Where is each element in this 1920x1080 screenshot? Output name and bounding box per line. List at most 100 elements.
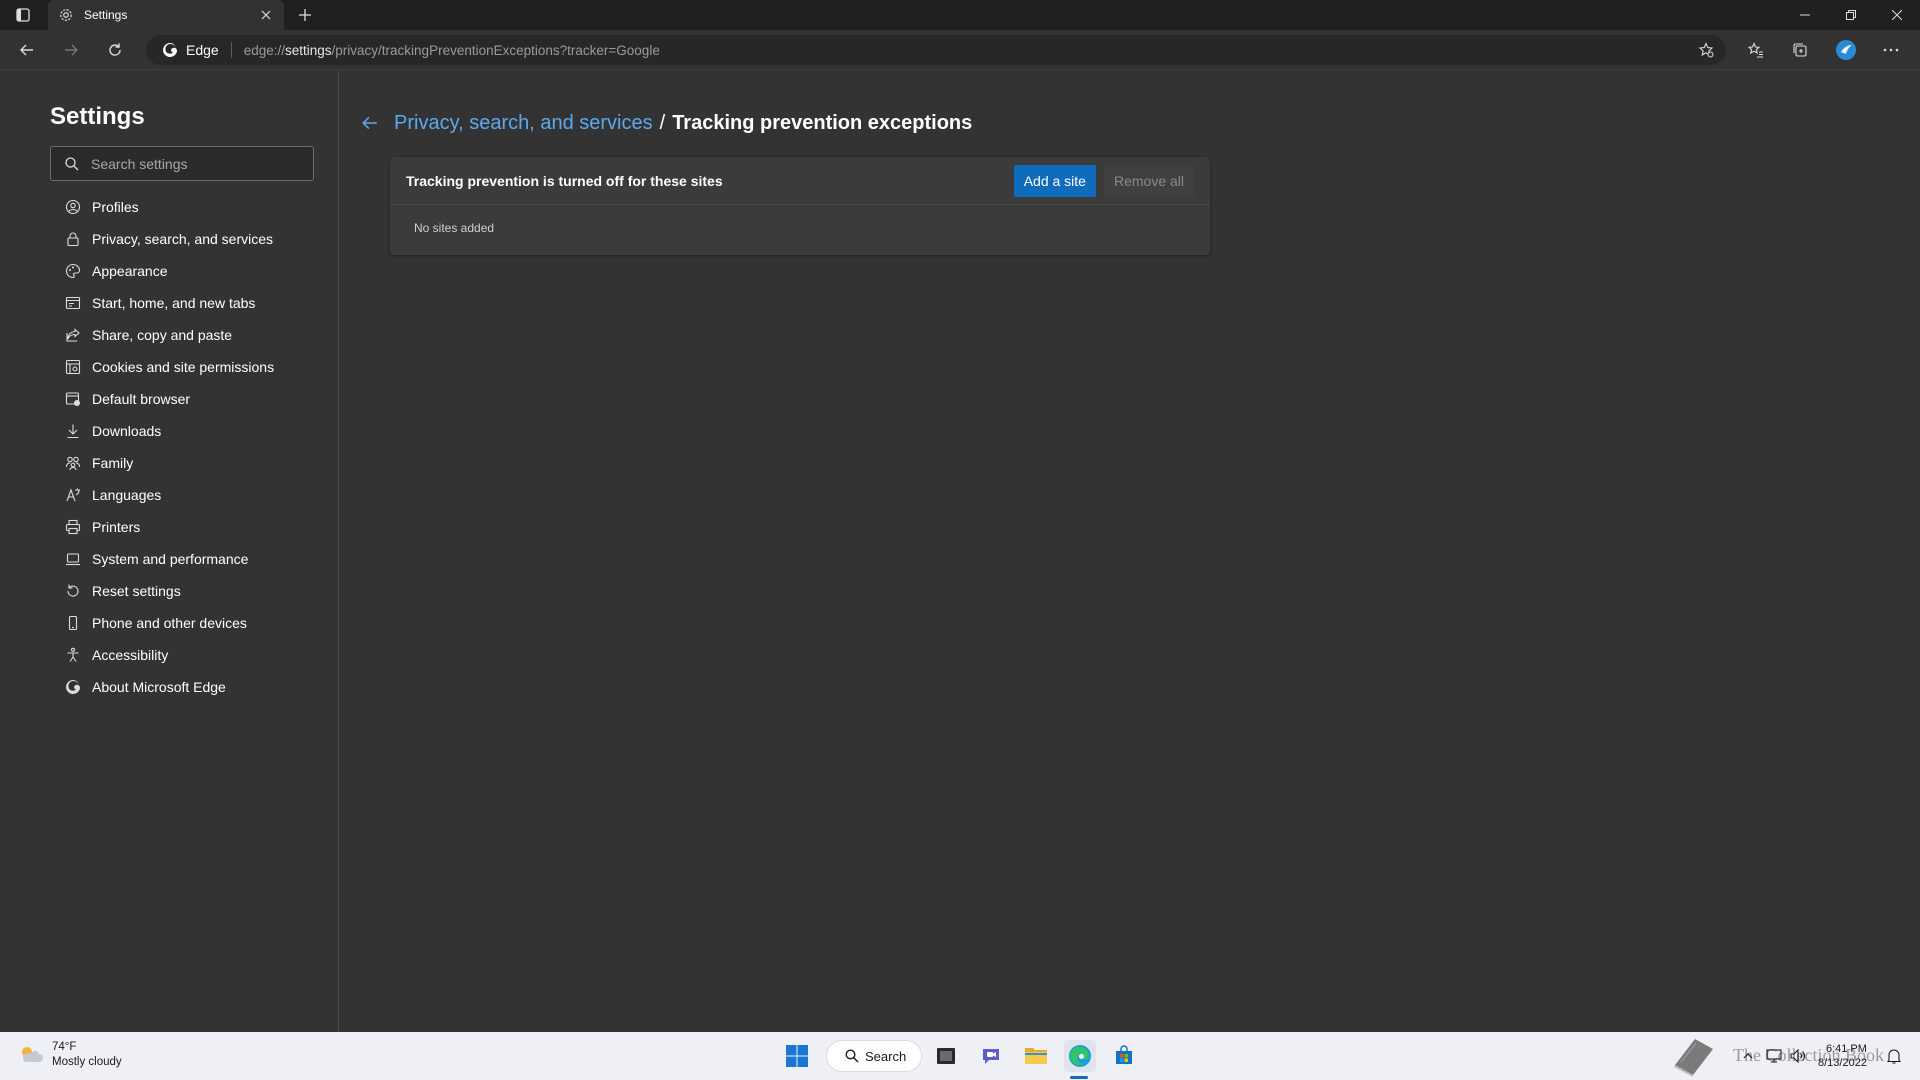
tab-title: Settings — [84, 8, 128, 22]
card-header: Tracking prevention is turned off for th… — [390, 157, 1210, 205]
sidebar-item-accessibility[interactable]: Accessibility — [50, 639, 330, 671]
sidebar-item-system[interactable]: System and performance — [50, 543, 330, 575]
address-bar[interactable]: Edge edge://settings/privacy/trackingPre… — [146, 35, 1726, 65]
search-input[interactable] — [91, 155, 301, 172]
folder-icon — [1025, 1048, 1047, 1064]
new-tab-button[interactable] — [294, 5, 316, 25]
clock-time: 6:41 PM — [1825, 1043, 1867, 1055]
taskbar-search[interactable]: Search — [826, 1040, 922, 1072]
tab-actions-button[interactable] — [10, 5, 36, 25]
sidebar-item-label: Family — [92, 455, 134, 471]
edge-taskbar-button[interactable] — [1064, 1040, 1096, 1072]
exceptions-card: Tracking prevention is turned off for th… — [390, 157, 1210, 255]
sidebar-item-appearance[interactable]: Appearance — [50, 255, 330, 287]
sidebar-item-phone[interactable]: Phone and other devices — [50, 607, 330, 639]
arrow-left-icon — [20, 44, 33, 56]
windows-logo-icon — [786, 1045, 808, 1067]
sidebar-item-privacy[interactable]: Privacy, search, and services — [50, 223, 330, 255]
sidebar-item-downloads[interactable]: Downloads — [50, 415, 330, 447]
start-button[interactable] — [781, 1040, 813, 1072]
sidebar-item-cookies[interactable]: Cookies and site permissions — [50, 351, 330, 383]
sidebar-item-label: System and performance — [92, 551, 249, 567]
sidebar-item-label: Default browser — [92, 391, 191, 407]
sidebar-item-label: Accessibility — [92, 647, 169, 663]
network-icon[interactable] — [1762, 1044, 1786, 1068]
store-button[interactable] — [1108, 1040, 1140, 1072]
weather-widget[interactable]: 74°F Mostly cloudy — [18, 1040, 122, 1070]
family-icon — [64, 454, 82, 472]
breadcrumb-separator: / — [659, 111, 666, 134]
plus-icon — [299, 9, 311, 21]
add-site-button[interactable]: Add a site — [1013, 164, 1096, 197]
breadcrumb: Privacy, search, and services / Tracking… — [358, 111, 972, 135]
sidebar-item-label: Appearance — [92, 263, 168, 279]
search-box[interactable] — [50, 146, 314, 181]
sidebar-item-label: Cookies and site permissions — [92, 359, 275, 375]
system-clock[interactable]: 6:41 PM 8/13/2022 — [1818, 1042, 1867, 1070]
sidebar-item-share[interactable]: Share, copy and paste — [50, 319, 330, 351]
sidebar-item-about[interactable]: About Microsoft Edge — [50, 671, 330, 703]
file-explorer-button[interactable] — [1020, 1040, 1052, 1072]
sidebar-item-start-home[interactable]: Start, home, and new tabs — [50, 287, 330, 319]
search-icon — [845, 1049, 859, 1063]
sidebar-item-family[interactable]: Family — [50, 447, 330, 479]
favorites-icon — [1748, 42, 1763, 58]
search-icon — [65, 156, 79, 170]
close-icon — [1892, 10, 1902, 20]
close-window-button[interactable] — [1874, 0, 1920, 30]
refresh-icon — [109, 43, 121, 56]
minimize-button[interactable] — [1782, 0, 1828, 30]
more-icon — [1883, 48, 1899, 52]
edge-logo-icon — [1069, 1045, 1091, 1067]
url-host: settings — [285, 42, 332, 58]
sidebar-title: Settings — [50, 103, 145, 130]
tab-actions-icon — [16, 8, 30, 22]
breadcrumb-parent-link[interactable]: Privacy, search, and services — [394, 112, 653, 135]
restore-button[interactable] — [1828, 0, 1874, 30]
sidebar-item-label: Phone and other devices — [92, 615, 247, 631]
edge-logo-icon — [64, 678, 82, 696]
back-button[interactable] — [12, 36, 42, 64]
sidebar-item-reset[interactable]: Reset settings — [50, 575, 330, 607]
taskbar: 74°F Mostly cloudy Search The Collection… — [0, 1032, 1920, 1080]
collections-button[interactable] — [1785, 36, 1815, 64]
chat-button[interactable] — [975, 1040, 1007, 1072]
tab-settings[interactable]: Settings — [48, 0, 284, 30]
sidebar-item-default-browser[interactable]: Default browser — [50, 383, 330, 415]
partly-cloudy-icon — [22, 1047, 43, 1062]
refresh-button[interactable] — [100, 36, 130, 64]
profile-icon — [64, 198, 82, 216]
more-button[interactable] — [1876, 36, 1906, 64]
restore-icon — [1846, 10, 1856, 20]
back-arrow-icon[interactable] — [358, 111, 382, 135]
sidebar-item-label: About Microsoft Edge — [92, 679, 226, 695]
add-favorite-icon[interactable] — [1696, 40, 1716, 60]
notification-icon[interactable] — [1882, 1044, 1906, 1068]
task-view-button[interactable] — [930, 1040, 962, 1072]
task-view-icon — [937, 1048, 955, 1064]
page-title: Tracking prevention exceptions — [672, 111, 973, 134]
sidebar-item-label: Reset settings — [92, 583, 181, 599]
forward-button[interactable] — [56, 36, 86, 64]
profile-button[interactable] — [1831, 36, 1861, 64]
browser-toolbar: Edge edge://settings/privacy/trackingPre… — [0, 30, 1920, 70]
url-prefix: edge:// — [243, 42, 285, 58]
sidebar-item-label: Start, home, and new tabs — [92, 295, 256, 311]
volume-icon[interactable] — [1786, 1044, 1810, 1068]
chevron-up-icon[interactable] — [1736, 1044, 1760, 1068]
edge-logo-icon — [163, 43, 177, 57]
close-tab-icon[interactable] — [258, 7, 274, 23]
taskbar-search-label: Search — [865, 1048, 907, 1064]
default-browser-icon — [64, 390, 82, 408]
favorites-button[interactable] — [1741, 36, 1771, 64]
home-tabs-icon — [64, 294, 82, 312]
sidebar-item-printers[interactable]: Printers — [50, 511, 330, 543]
cookies-icon — [64, 358, 82, 376]
clock-date: 8/13/2022 — [1818, 1057, 1867, 1069]
remove-all-button[interactable]: Remove all — [1103, 164, 1194, 197]
sidebar-item-profiles[interactable]: Profiles — [50, 191, 330, 223]
chat-icon — [983, 1049, 999, 1064]
gear-icon — [58, 7, 74, 23]
sidebar-item-languages[interactable]: Languages — [50, 479, 330, 511]
sidebar-item-label: Share, copy and paste — [92, 327, 233, 343]
